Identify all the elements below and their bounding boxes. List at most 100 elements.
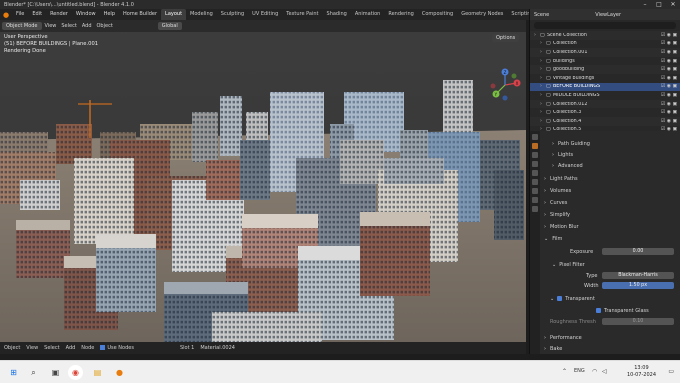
visibility-toggle-icons[interactable]: ☑ ◉ ▣ [656, 67, 680, 72]
property-section-row[interactable]: › Simplify [544, 210, 570, 219]
visibility-toggle-icons[interactable]: ☑ ◉ ▣ [656, 33, 680, 38]
navigation-gizmo[interactable]: X Y Z [488, 68, 522, 102]
scene-tab-icon[interactable] [532, 170, 538, 176]
view-layer-tab-icon[interactable] [532, 161, 538, 167]
footer-menu-view[interactable]: View [26, 345, 38, 351]
outliner-row[interactable]: › ▢ Collection.001 ☑ ◉ ▣ [530, 48, 680, 57]
visibility-toggle-icons[interactable]: ☑ ◉ ▣ [656, 119, 680, 124]
volume-icon[interactable]: ◁ [602, 368, 607, 375]
menu-select[interactable]: Select [61, 23, 76, 29]
visibility-toggle-icons[interactable]: ☑ ◉ ▣ [656, 110, 680, 115]
footer-menu-select[interactable]: Select [44, 345, 59, 351]
menu-render[interactable]: Render [46, 9, 72, 20]
windows-start-icon[interactable]: ⊞ [6, 365, 21, 380]
file-explorer-icon[interactable]: ▤ [90, 365, 105, 380]
property-section-row[interactable]: › Volumes [544, 186, 571, 195]
tab-texture-paint[interactable]: Texture Paint [282, 9, 322, 20]
view-layer-label[interactable]: ViewLayer [595, 12, 621, 18]
outliner-row[interactable]: › ▢ goodbuilding ☑ ◉ ▣ [530, 65, 680, 74]
wifi-icon[interactable]: ◠ [592, 368, 597, 375]
property-section-row[interactable]: › Curves [544, 198, 567, 207]
menu-view[interactable]: View [45, 23, 57, 29]
minimize-button[interactable]: – [638, 0, 652, 9]
outliner-row[interactable]: › ▢ Scene Collection ☑ ◉ ▣ [530, 31, 680, 40]
outliner-row[interactable]: › ▢ Collection.4 ☑ ◉ ▣ [530, 116, 680, 126]
menu-file[interactable]: File [12, 9, 28, 20]
visibility-toggle-icons[interactable]: ☑ ◉ ▣ [656, 84, 680, 89]
tab-geometry-nodes[interactable]: Geometry Nodes [457, 9, 507, 20]
transform-orientation-select[interactable]: Global [157, 22, 182, 30]
tab-shading[interactable]: Shading [323, 9, 351, 20]
transparent-toggle[interactable]: ⌄ Transparent [550, 294, 595, 303]
object-mode-select[interactable]: Object [4, 345, 20, 351]
material-select[interactable]: Material.0024 [200, 345, 235, 351]
outliner-search-input[interactable] [534, 22, 676, 29]
outliner-row[interactable]: › ▢ Collection.012 ☑ ◉ ▣ [530, 99, 680, 109]
search-icon[interactable]: ⌕ [26, 365, 41, 380]
system-clock[interactable]: 13:09 10-07-2024 [627, 365, 656, 379]
tab-sculpting[interactable]: Sculpting [217, 9, 248, 20]
pixel-filter-header[interactable]: ⌄ Pixel Filter [552, 260, 585, 269]
tab-uv-editing[interactable]: UV Editing [248, 9, 282, 20]
modifier-tab-icon[interactable] [532, 197, 538, 203]
transparent-glass-toggle[interactable]: Transparent Glass [596, 306, 649, 315]
footer-menu-node[interactable]: Node [81, 345, 94, 351]
object-tab-icon[interactable] [532, 188, 538, 194]
outliner-row[interactable]: › ▢ Collection ☑ ◉ ▣ [530, 40, 680, 49]
use-nodes-toggle[interactable]: Use Nodes [100, 345, 134, 351]
output-tab-icon[interactable] [532, 152, 538, 158]
options-dropdown[interactable]: Options [492, 34, 520, 42]
property-section-row[interactable]: › Motion Blur [544, 222, 579, 231]
blender-logo-icon[interactable]: ● [0, 9, 12, 20]
outliner-row[interactable]: › ▢ Collection.3 ☑ ◉ ▣ [530, 108, 680, 117]
menu-window[interactable]: Window [72, 9, 100, 20]
property-section-row[interactable]: › Advanced [552, 161, 583, 170]
material-tab-icon[interactable] [532, 206, 538, 212]
outliner-row[interactable]: › ▢ buildings ☑ ◉ ▣ [530, 57, 680, 66]
roughness-threshold-field[interactable]: 0.10 [602, 318, 674, 325]
maximize-button[interactable]: □ [652, 0, 666, 9]
task-view-icon[interactable]: ▣ [48, 365, 63, 380]
tray-chevron-icon[interactable]: ⌃ [562, 368, 567, 375]
outliner-row[interactable]: › ▢ BEFORE BUILDINGS ☑ ◉ ▣ [530, 82, 680, 92]
visibility-toggle-icons[interactable]: ☑ ◉ ▣ [656, 76, 680, 81]
menu-object[interactable]: Object [97, 23, 113, 29]
tool-tab-icon[interactable] [532, 134, 538, 140]
filter-type-select[interactable]: Blackman-Harris [602, 272, 674, 279]
close-button[interactable]: ✕ [666, 0, 680, 9]
outliner-row[interactable]: › ▢ MIDDLE BUILDINGS ☑ ◉ ▣ [530, 91, 680, 100]
outliner-row[interactable]: › ▢ vintage buildings ☑ ◉ ▣ [530, 74, 680, 83]
property-section-row[interactable]: › Lights [552, 150, 573, 159]
scene-label[interactable]: Scene [534, 12, 549, 18]
chrome-icon[interactable]: ◉ [68, 365, 83, 380]
performance-section[interactable]: › Performance [544, 333, 582, 342]
world-tab-icon[interactable] [532, 179, 538, 185]
language-indicator[interactable]: ENG [574, 368, 585, 374]
blender-taskbar-icon[interactable]: ● [112, 365, 127, 380]
3d-viewport[interactable]: Object Mode View Select Add Object Globa… [0, 20, 526, 342]
visibility-toggle-icons[interactable]: ☑ ◉ ▣ [656, 41, 680, 46]
slot-select[interactable]: Slot 1 [180, 345, 194, 351]
tab-modeling[interactable]: Modeling [186, 9, 217, 20]
visibility-toggle-icons[interactable]: ☑ ◉ ▣ [656, 50, 680, 55]
render-tab-icon[interactable] [532, 143, 538, 149]
bake-section[interactable]: › Bake [544, 344, 562, 353]
property-section-row[interactable]: ⌄ Film [544, 234, 562, 243]
footer-menu-add[interactable]: Add [66, 345, 76, 351]
tab-compositing[interactable]: Compositing [418, 9, 457, 20]
notification-icon[interactable]: ▭ [668, 368, 674, 375]
filter-width-field[interactable]: 1.50 px [602, 282, 674, 289]
menu-add[interactable]: Add [82, 23, 92, 29]
visibility-toggle-icons[interactable]: ☑ ◉ ▣ [656, 59, 680, 64]
tab-animation[interactable]: Animation [351, 9, 385, 20]
exposure-field[interactable]: 0.00 [602, 248, 674, 255]
tab-rendering[interactable]: Rendering [384, 9, 418, 20]
menu-help[interactable]: Help [100, 9, 119, 20]
tab-layout[interactable]: Layout [161, 9, 187, 20]
property-section-row[interactable]: › Path Guiding [552, 139, 590, 148]
property-section-row[interactable]: › Light Paths [544, 174, 578, 183]
menu-edit[interactable]: Edit [28, 9, 46, 20]
visibility-toggle-icons[interactable]: ☑ ◉ ▣ [656, 102, 680, 107]
visibility-toggle-icons[interactable]: ☑ ◉ ▣ [656, 93, 680, 98]
mode-select[interactable]: Object Mode [2, 22, 42, 30]
